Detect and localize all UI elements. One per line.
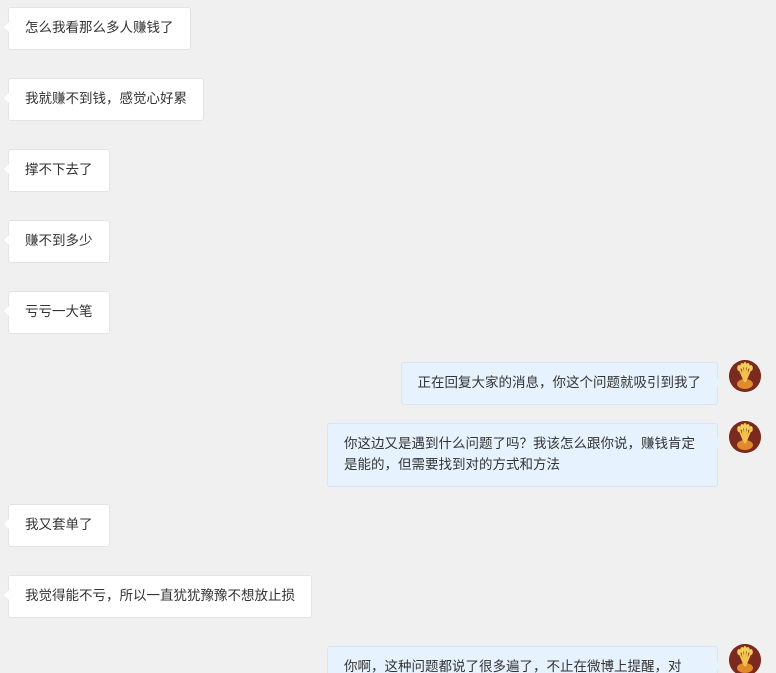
incoming-message: 我又套单了 [4, 504, 110, 547]
wheat-sheaf-icon [729, 360, 761, 392]
incoming-message: 赚不到多少 [4, 220, 110, 263]
incoming-message: 亏亏一大笔 [4, 291, 110, 334]
incoming-message: 我就赚不到钱，感觉心好累 [4, 78, 204, 121]
chat-message-list[interactable]: 怎么我看那么多人赚钱了 我就赚不到钱，感觉心好累 撑不下去了 赚不到多少 亏亏一… [0, 0, 776, 673]
avatar[interactable] [729, 360, 761, 392]
outgoing-message: 你这边又是遇到什么问题了吗？我该怎么跟你说，赚钱肯定是能的，但需要找到对的方式和… [327, 423, 722, 487]
wheat-sheaf-icon [729, 421, 761, 453]
incoming-message: 怎么我看那么多人赚钱了 [4, 7, 191, 50]
incoming-message: 我觉得能不亏，所以一直犹犹豫豫不想放止损 [4, 575, 312, 618]
wheat-sheaf-icon [729, 644, 761, 673]
avatar[interactable] [729, 421, 761, 453]
avatar[interactable] [729, 644, 761, 673]
incoming-message: 撑不下去了 [4, 149, 110, 192]
outgoing-message: 你啊，这种问题都说了很多遍了，不止在微博上提醒，对 [327, 646, 722, 673]
outgoing-message: 正在回复大家的消息，你这个问题就吸引到我了 [400, 362, 722, 405]
